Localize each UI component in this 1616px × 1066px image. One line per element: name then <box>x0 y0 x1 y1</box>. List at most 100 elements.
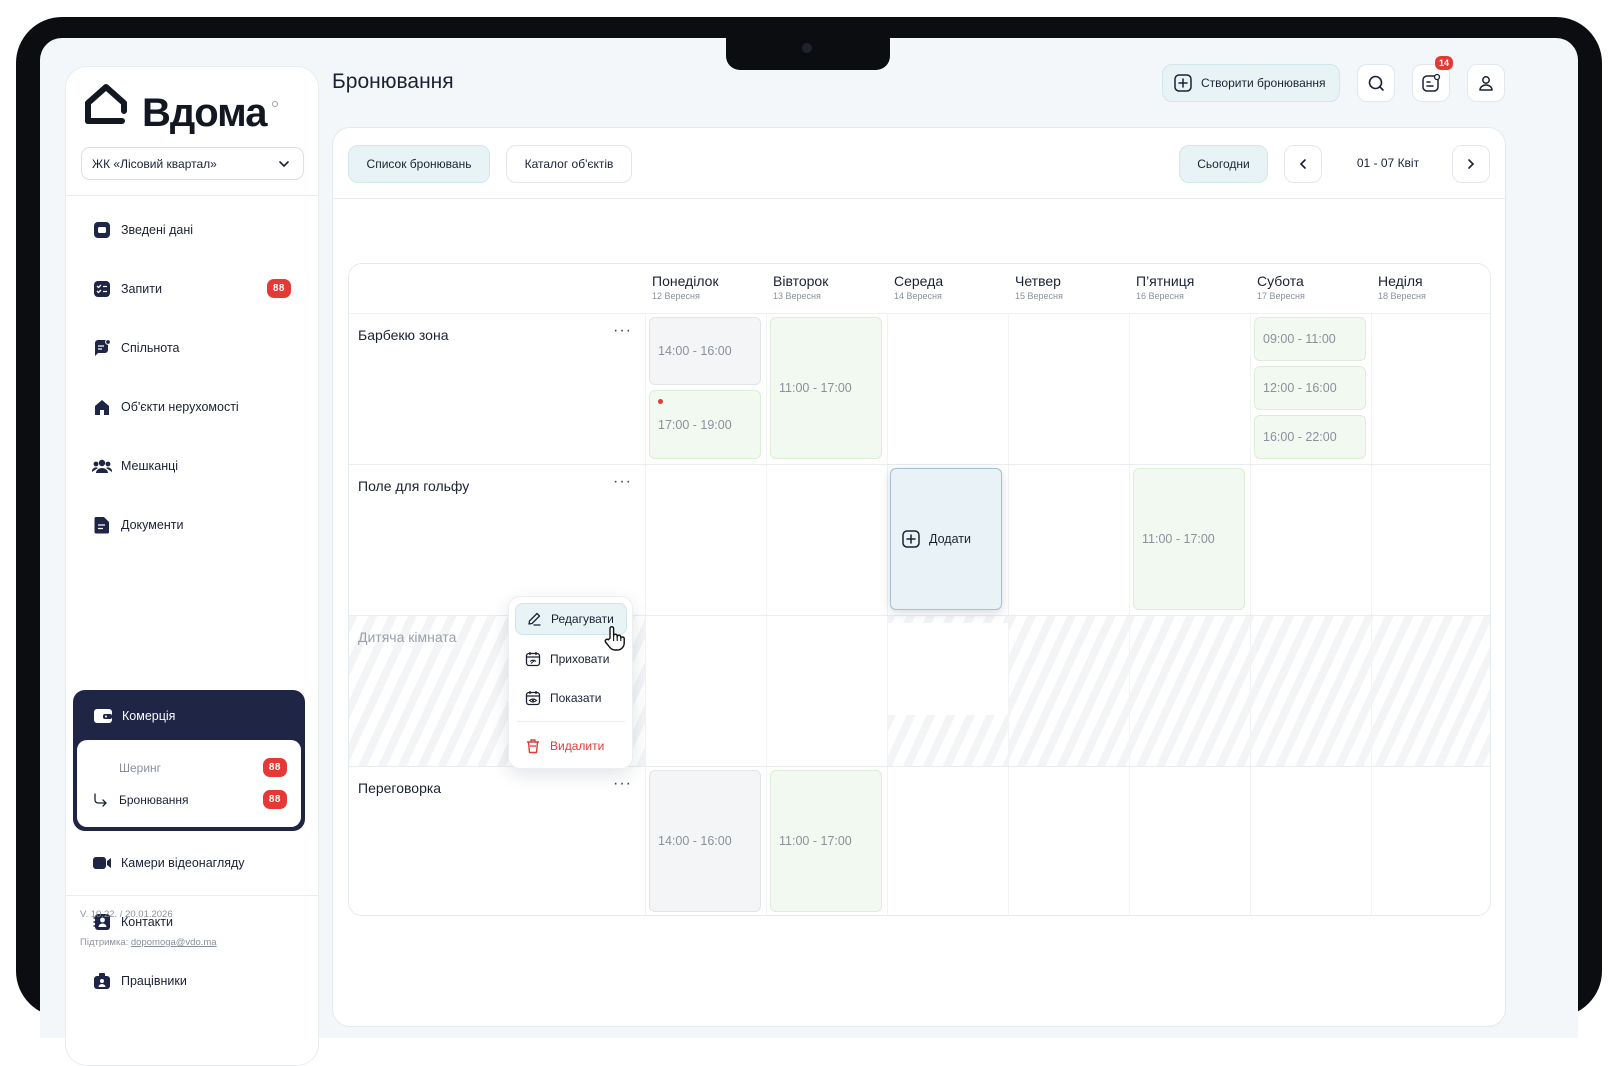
row-more-icon[interactable]: ··· <box>613 473 632 491</box>
day-name: Середа <box>894 273 944 289</box>
row-more-icon[interactable]: ··· <box>613 322 632 340</box>
sidebar-item-cameras[interactable]: Камери відеонагляду <box>73 838 313 888</box>
header-divider <box>349 313 1490 314</box>
sidebar-item-staff[interactable]: Працівники <box>73 956 313 1006</box>
booking-slot[interactable]: 12:00 - 16:00 <box>1254 366 1366 410</box>
day-name: Четвер <box>1015 273 1061 289</box>
camera-icon <box>91 852 113 874</box>
chat-icon <box>91 337 113 359</box>
day-name: Понеділок <box>652 273 719 289</box>
sidebar-item-label: Об'єкти нерухомості <box>121 400 239 414</box>
sidebar-subitem-sharing[interactable]: Шеринг 88 <box>77 753 301 783</box>
sidebar-subitem-booking[interactable]: Бронювання 88 <box>77 785 301 815</box>
booking-slot[interactable]: 14:00 - 16:00 <box>649 317 761 385</box>
day-name: Неділя <box>1378 273 1423 289</box>
day-header: Понеділок 12 Вересня <box>647 273 768 301</box>
sidebar-item-community[interactable]: Спільнота <box>73 323 313 373</box>
logo-text: Вдома <box>142 91 267 135</box>
sidebar: Вдома ЖК «Лісовий квартал» Зведені дані … <box>65 66 319 1066</box>
panel-divider <box>333 198 1505 199</box>
notch <box>726 38 890 70</box>
commerce-submenu: Шеринг 88 Бронювання 88 <box>77 740 301 827</box>
prev-week-button[interactable] <box>1284 145 1322 183</box>
menu-item-label: Показати <box>550 691 602 705</box>
menu-item-label: Приховати <box>550 652 610 666</box>
booking-slot[interactable]: 11:00 - 17:00 <box>770 317 882 459</box>
row-name-meeting-room: Переговорка <box>358 780 442 796</box>
sidebar-item-properties[interactable]: Об'єкти нерухомості <box>73 382 313 432</box>
search-button[interactable] <box>1357 64 1395 102</box>
logo[interactable]: Вдома <box>82 81 282 141</box>
booking-slot[interactable]: 16:00 - 22:00 <box>1254 415 1366 459</box>
camera-dot <box>802 43 812 53</box>
booking-slot[interactable]: 11:00 - 17:00 <box>1133 468 1245 610</box>
menu-item-label: Редагувати <box>551 612 614 626</box>
add-booking-label: Додати <box>929 532 971 546</box>
sidebar-item-label: Зведені дані <box>121 223 194 237</box>
add-booking-slot[interactable]: Додати <box>890 468 1002 610</box>
today-button[interactable]: Сьогодни <box>1179 145 1268 183</box>
sidebar-item-label: Документи <box>121 518 184 532</box>
sidebar-item-label: Комерція <box>122 708 176 723</box>
day-header: Середа 14 Вересня <box>889 273 1010 301</box>
complex-select[interactable]: ЖК «Лісовий квартал» <box>81 147 304 180</box>
menu-item-label: Видалити <box>550 739 605 753</box>
booking-slot[interactable]: 11:00 - 17:00 <box>770 770 882 912</box>
app-version: V. 10.22. / 20.01.2026 <box>80 909 173 920</box>
booking-slot-time: 17:00 - 19:00 <box>658 417 732 432</box>
support-email-link[interactable]: dopomoga@vdo.ma <box>131 937 217 948</box>
day-header: Субота 17 Вересня <box>1252 273 1373 301</box>
profile-button[interactable] <box>1467 64 1505 102</box>
logo-house-icon <box>85 84 127 124</box>
row-more-icon[interactable]: ··· <box>613 775 632 793</box>
trash-icon <box>525 738 541 754</box>
wallet-icon <box>92 705 114 727</box>
disabled-row-pattern <box>887 615 1008 623</box>
sidebar-item-residents[interactable]: Мешканці <box>73 441 313 491</box>
menu-item-delete[interactable]: Видалити <box>515 730 627 762</box>
sidebar-subitem-label: Шеринг <box>119 761 162 775</box>
booking-slot[interactable]: 09:00 - 11:00 <box>1254 317 1366 361</box>
calendar-hide-icon <box>525 651 541 667</box>
people-icon <box>91 455 113 477</box>
booking-slot[interactable]: 17:00 - 19:00 <box>649 390 761 459</box>
checklist-icon <box>91 278 113 300</box>
chevron-left-icon <box>1299 159 1306 169</box>
dashboard-icon <box>91 219 113 241</box>
day-header: Вівторок 13 Вересня <box>768 273 889 301</box>
booking-badge: 88 <box>262 790 287 809</box>
sidebar-item-requests[interactable]: Запити 88 <box>73 264 313 314</box>
day-date: 18 Вересня <box>1378 291 1426 301</box>
plus-square-icon <box>901 529 921 549</box>
sidebar-item-label: Мешканці <box>121 459 179 473</box>
sidebar-item-documents[interactable]: Документи <box>73 500 313 550</box>
notification-icon <box>1422 73 1441 92</box>
date-range: 01 - 07 Квіт <box>1356 156 1420 170</box>
day-date: 12 Вересня <box>652 291 700 301</box>
schedule-table: Понеділок 12 Вересня Вівторок 13 Вересня С… <box>348 263 1491 916</box>
sidebar-item-commerce[interactable]: Комерція <box>76 693 302 738</box>
tab-catalog[interactable]: Каталог об'єктів <box>506 145 632 183</box>
plus-square-icon <box>1173 73 1193 93</box>
create-booking-button[interactable]: Створити бронювання <box>1162 64 1340 102</box>
day-date: 14 Вересня <box>894 291 942 301</box>
registered-mark <box>272 101 278 107</box>
row-name-golf: Поле для гольфу <box>358 478 470 494</box>
booking-slot[interactable]: 14:00 - 16:00 <box>649 770 761 912</box>
notifications-button[interactable]: 14 <box>1412 56 1453 102</box>
next-week-button[interactable] <box>1452 145 1490 183</box>
sidebar-item-dashboard[interactable]: Зведені дані <box>73 205 313 255</box>
document-icon <box>91 514 113 536</box>
complex-select-value: ЖК «Лісовий квартал» <box>92 156 217 171</box>
hand-cursor-icon <box>604 626 625 651</box>
menu-item-show[interactable]: Показати <box>515 682 627 714</box>
chevron-right-icon <box>1468 159 1475 169</box>
sidebar-subitem-label: Бронювання <box>119 793 189 807</box>
sidebar-group-commerce: Комерція Шеринг 88 Бронювання 88 <box>73 690 305 831</box>
tab-booking-list[interactable]: Список бронювань <box>348 145 490 183</box>
day-date: 16 Вересня <box>1136 291 1184 301</box>
day-header: П’ятниця 16 Вересня <box>1131 273 1252 301</box>
day-date: 15 Вересня <box>1015 291 1063 301</box>
chevron-down-icon <box>279 161 289 168</box>
row-context-menu: Редагувати Приховати Показати Видалити <box>508 596 633 769</box>
